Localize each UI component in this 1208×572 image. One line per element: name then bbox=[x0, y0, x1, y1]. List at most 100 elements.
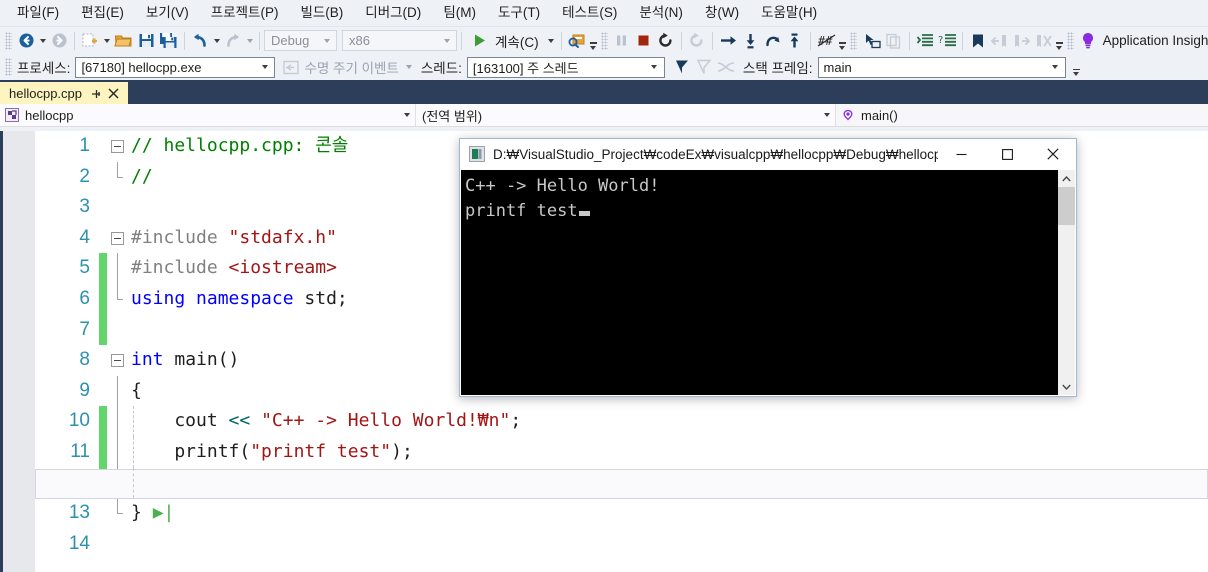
toolbar-grip[interactable] bbox=[5, 31, 12, 50]
step-into-icon[interactable] bbox=[740, 30, 762, 52]
lifecycle-dropdown-icon[interactable] bbox=[404, 56, 415, 78]
stop-debugging-icon[interactable] bbox=[633, 30, 655, 52]
step-over-curve-icon[interactable] bbox=[762, 30, 784, 52]
console-minimize-button[interactable] bbox=[938, 139, 984, 169]
menu-item-file[interactable]: 파일(F) bbox=[6, 1, 70, 25]
collapse-region-icon[interactable] bbox=[111, 140, 124, 153]
scroll-down-icon[interactable] bbox=[1058, 378, 1075, 395]
fold-column[interactable] bbox=[107, 131, 129, 162]
fold-column[interactable] bbox=[107, 223, 129, 254]
save-icon[interactable] bbox=[135, 30, 157, 52]
toolbar-grip[interactable] bbox=[1066, 31, 1074, 50]
uncomment-lines-icon[interactable]: ? bbox=[936, 30, 958, 52]
select-tool-icon[interactable] bbox=[860, 30, 883, 52]
menu-item-analyze[interactable]: 분석(N) bbox=[628, 1, 694, 25]
step-over-arrow-icon[interactable] bbox=[717, 30, 740, 52]
debugbar-overflow-icon[interactable] bbox=[1072, 56, 1081, 78]
hex-display-icon[interactable]: ## bbox=[815, 30, 838, 52]
scroll-up-icon[interactable] bbox=[1058, 170, 1075, 187]
code-token: { bbox=[131, 379, 142, 401]
save-all-icon[interactable] bbox=[157, 30, 180, 52]
open-file-icon[interactable] bbox=[112, 30, 135, 52]
code-line[interactable]: 12 return 0; bbox=[35, 467, 1208, 499]
fold-column[interactable] bbox=[107, 283, 129, 315]
fold-column[interactable] bbox=[107, 375, 129, 407]
navigate-backward-icon[interactable] bbox=[15, 30, 37, 52]
toolbar-grip[interactable] bbox=[600, 31, 608, 50]
console-title-bar[interactable]: D:₩VisualStudio_Project₩codeEx₩visualcpp… bbox=[460, 139, 1076, 170]
attach-overflow-icon[interactable] bbox=[589, 30, 598, 52]
project-combo[interactable]: hellocpp bbox=[0, 104, 416, 126]
menu-item-debug[interactable]: 디버그(D) bbox=[354, 1, 432, 25]
toolbar-grip[interactable] bbox=[5, 58, 12, 76]
fold-guide-line bbox=[117, 375, 118, 407]
bookmark-overflow-icon[interactable] bbox=[1055, 30, 1064, 52]
fold-column[interactable] bbox=[107, 529, 129, 560]
pin-tab-icon[interactable] bbox=[88, 88, 104, 100]
solution-platform-combo[interactable]: x86 bbox=[342, 30, 457, 51]
menu-item-view[interactable]: 보기(V) bbox=[135, 1, 200, 25]
console-scrollbar[interactable] bbox=[1057, 170, 1075, 395]
fold-column[interactable] bbox=[107, 192, 129, 223]
menu-item-project[interactable]: 프로젝트(P) bbox=[200, 1, 290, 25]
comment-lines-icon[interactable] bbox=[914, 30, 936, 52]
console-output[interactable]: C++ -> Hello World! printf test bbox=[461, 170, 1057, 395]
thread-combo[interactable]: [163100] 주 스레드 bbox=[466, 56, 665, 78]
menu-item-edit[interactable]: 편집(E) bbox=[70, 1, 135, 25]
console-maximize-button[interactable] bbox=[984, 139, 1030, 169]
copy-layout-icon bbox=[883, 30, 905, 52]
code-line[interactable]: 11 printf("printf test"); bbox=[35, 436, 1208, 468]
code-token: << bbox=[228, 410, 262, 432]
close-tab-icon[interactable] bbox=[105, 88, 121, 99]
member-combo[interactable]: main() bbox=[836, 104, 1208, 126]
new-project-dropdown-icon[interactable] bbox=[101, 30, 112, 52]
toggle-bookmark-icon[interactable] bbox=[967, 30, 989, 52]
collapse-region-icon[interactable] bbox=[111, 354, 124, 368]
change-bar bbox=[99, 498, 107, 529]
fold-column[interactable] bbox=[107, 406, 129, 437]
menu-item-build[interactable]: 빌드(B) bbox=[289, 1, 354, 25]
tab-hellocpp-cpp[interactable]: hellocpp.cpp bbox=[0, 82, 128, 104]
toolbar-grip[interactable] bbox=[849, 31, 857, 50]
code-line[interactable]: 14 bbox=[35, 529, 1208, 560]
fold-column[interactable] bbox=[107, 498, 129, 529]
fold-column[interactable] bbox=[107, 315, 129, 346]
menu-item-window[interactable]: 창(W) bbox=[694, 1, 750, 25]
code-token: "C++ -> Hello World!₩n" bbox=[261, 410, 511, 432]
menu-item-tools[interactable]: 도구(T) bbox=[487, 1, 551, 25]
collapse-region-icon[interactable] bbox=[111, 231, 124, 245]
fold-column[interactable] bbox=[107, 467, 129, 499]
code-line[interactable]: 10 cout << "C++ -> Hello World!₩n"; bbox=[35, 406, 1208, 437]
svg-text:?: ? bbox=[938, 35, 943, 46]
breakpoint-gutter[interactable] bbox=[3, 131, 35, 572]
scrollbar-thumb[interactable] bbox=[1058, 187, 1075, 225]
solution-configuration-combo[interactable]: Debug bbox=[264, 30, 337, 51]
attach-to-process-icon[interactable] bbox=[566, 30, 589, 52]
code-line[interactable]: 13} ▶| bbox=[35, 498, 1208, 529]
redo-dropdown-icon[interactable] bbox=[244, 30, 255, 52]
fold-column[interactable] bbox=[107, 345, 129, 376]
new-project-icon[interactable] bbox=[79, 30, 101, 52]
stack-frame-combo[interactable]: main bbox=[817, 56, 1066, 78]
continue-button[interactable]: 계속(C) bbox=[466, 30, 546, 52]
console-window[interactable]: D:₩VisualStudio_Project₩codeEx₩visualcpp… bbox=[459, 138, 1077, 397]
step-out-icon[interactable] bbox=[784, 30, 806, 52]
flag-just-my-code-icon[interactable] bbox=[671, 56, 693, 78]
fold-column[interactable] bbox=[107, 436, 129, 468]
process-combo[interactable]: [67180] hellocpp.exe bbox=[75, 56, 276, 78]
undo-dropdown-icon[interactable] bbox=[211, 30, 222, 52]
undo-icon[interactable] bbox=[189, 30, 211, 52]
menu-item-help[interactable]: 도움말(H) bbox=[750, 1, 828, 25]
hex-overflow-icon[interactable] bbox=[838, 30, 847, 52]
menu-item-team[interactable]: 팀(M) bbox=[432, 1, 487, 25]
menu-item-test[interactable]: 테스트(S) bbox=[551, 1, 628, 25]
navigate-backward-dropdown-icon[interactable] bbox=[37, 30, 48, 52]
continue-dropdown-icon[interactable] bbox=[546, 30, 557, 52]
fold-column[interactable] bbox=[107, 253, 129, 284]
redo-icon bbox=[222, 30, 244, 52]
fold-column[interactable] bbox=[107, 161, 129, 193]
scope-combo[interactable]: (전역 범위) bbox=[416, 104, 836, 126]
restart-icon[interactable] bbox=[655, 30, 677, 52]
console-close-button[interactable] bbox=[1030, 139, 1076, 169]
